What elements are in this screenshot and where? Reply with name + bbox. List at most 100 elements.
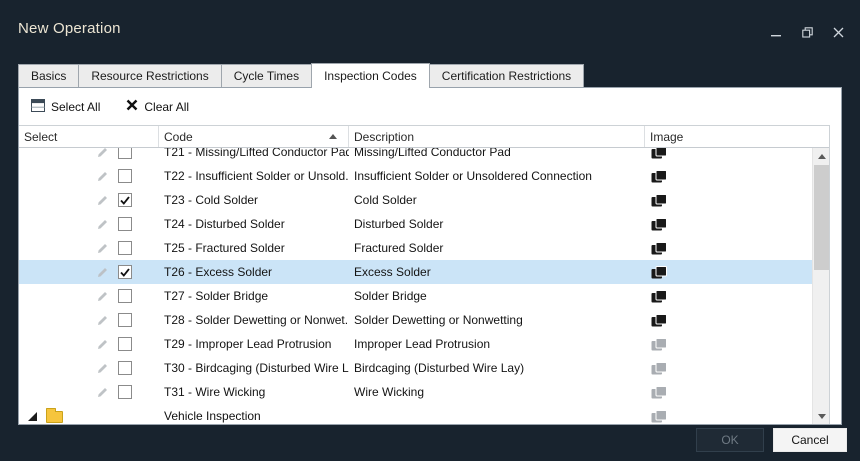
row-checkbox[interactable] — [118, 289, 132, 303]
tab-cycle-times[interactable]: Cycle Times — [221, 64, 312, 87]
table-row[interactable]: T27 - Solder BridgeSolder Bridge — [19, 284, 812, 308]
select-cell — [19, 164, 159, 188]
table-row[interactable]: T24 - Disturbed SolderDisturbed Solder — [19, 212, 812, 236]
grid-toolbar: Select All Clear All — [19, 88, 841, 125]
edit-pencil-icon — [96, 314, 109, 327]
tab-inspection-codes[interactable]: Inspection Codes — [311, 63, 430, 88]
image-icon — [651, 194, 812, 207]
description-cell: Solder Bridge — [349, 289, 645, 303]
image-icon — [651, 242, 812, 255]
description-cell: Excess Solder — [349, 265, 645, 279]
image-cell — [645, 338, 812, 351]
edit-pencil-icon — [96, 242, 109, 255]
description-cell: Disturbed Solder — [349, 217, 645, 231]
row-checkbox[interactable] — [118, 337, 132, 351]
table-row[interactable]: T28 - Solder Dewetting or Nonwet...Solde… — [19, 308, 812, 332]
code-cell: T22 - Insufficient Solder or Unsold... — [159, 169, 349, 183]
group-row-controls — [19, 409, 159, 423]
scroll-up-icon[interactable] — [813, 148, 830, 164]
column-header-description[interactable]: Description — [349, 126, 645, 147]
vertical-scrollbar[interactable] — [812, 148, 829, 424]
table-row[interactable]: T30 - Birdcaging (Disturbed Wire L...Bir… — [19, 356, 812, 380]
image-icon — [651, 338, 812, 351]
description-cell: Birdcaging (Disturbed Wire Lay) — [349, 361, 645, 375]
row-checkbox[interactable] — [118, 385, 132, 399]
scrollbar-thumb[interactable] — [814, 165, 829, 270]
select-cell — [19, 284, 159, 308]
scroll-down-icon[interactable] — [813, 408, 830, 424]
cancel-button[interactable]: Cancel — [773, 428, 847, 452]
code-cell: T24 - Disturbed Solder — [159, 217, 349, 231]
column-header-label: Code — [164, 130, 193, 144]
close-icon[interactable] — [832, 26, 844, 38]
table-row[interactable]: T26 - Excess SolderExcess Solder — [19, 260, 812, 284]
clear-all-label: Clear All — [144, 100, 189, 114]
row-checkbox[interactable] — [118, 169, 132, 183]
select-cell — [19, 308, 159, 332]
row-checkbox[interactable] — [118, 241, 132, 255]
grid-header: Select Code Description Image — [19, 126, 829, 148]
image-icon — [651, 362, 812, 375]
tab-resource-restrictions[interactable]: Resource Restrictions — [78, 64, 221, 87]
table-row[interactable]: T25 - Fractured SolderFractured Solder — [19, 236, 812, 260]
group-row-vehicle-inspection[interactable]: Vehicle Inspection — [19, 404, 812, 424]
edit-pencil-icon — [96, 362, 109, 375]
image-icon — [651, 410, 812, 423]
collapse-expander-icon[interactable] — [28, 412, 37, 421]
column-header-label: Description — [354, 130, 414, 144]
image-cell — [645, 218, 812, 231]
inspection-codes-grid: Select Code Description Image T21 - Miss… — [19, 125, 830, 424]
grid-rows: T21 - Missing/Lifted Conductor PadMissin… — [19, 148, 812, 424]
image-icon — [651, 148, 812, 159]
column-header-select[interactable]: Select — [19, 126, 159, 147]
dialog-footer: OK Cancel — [696, 428, 847, 452]
window-controls — [770, 26, 844, 38]
row-checkbox[interactable] — [118, 193, 132, 207]
select-cell — [19, 332, 159, 356]
select-cell — [19, 212, 159, 236]
tab-label: Resource Restrictions — [91, 69, 208, 83]
select-cell — [19, 236, 159, 260]
image-cell — [645, 194, 812, 207]
row-checkbox[interactable] — [118, 148, 132, 159]
image-cell — [645, 314, 812, 327]
grid-body: T21 - Missing/Lifted Conductor PadMissin… — [19, 148, 829, 424]
image-icon — [651, 386, 812, 399]
row-checkbox[interactable] — [118, 313, 132, 327]
select-cell — [19, 260, 159, 284]
column-header-image[interactable]: Image — [645, 126, 829, 147]
image-cell — [645, 290, 812, 303]
code-cell: T21 - Missing/Lifted Conductor Pad — [159, 148, 349, 159]
column-header-label: Select — [24, 130, 57, 144]
tab-certification-restrictions[interactable]: Certification Restrictions — [429, 64, 584, 87]
table-row[interactable]: T21 - Missing/Lifted Conductor PadMissin… — [19, 148, 812, 164]
maximize-icon[interactable] — [801, 26, 813, 38]
image-icon — [651, 218, 812, 231]
table-row[interactable]: T29 - Improper Lead ProtrusionImproper L… — [19, 332, 812, 356]
table-row[interactable]: T23 - Cold SolderCold Solder — [19, 188, 812, 212]
code-cell: T29 - Improper Lead Protrusion — [159, 337, 349, 351]
window-title: New Operation — [18, 20, 121, 37]
code-cell: T28 - Solder Dewetting or Nonwet... — [159, 313, 349, 327]
column-header-code[interactable]: Code — [159, 126, 349, 147]
edit-pencil-icon — [96, 170, 109, 183]
tab-basics[interactable]: Basics — [18, 64, 79, 87]
image-icon — [651, 314, 812, 327]
description-cell: Wire Wicking — [349, 385, 645, 399]
row-checkbox[interactable] — [118, 361, 132, 375]
edit-pencil-icon — [96, 266, 109, 279]
select-all-button[interactable]: Select All — [31, 99, 100, 115]
image-cell — [645, 170, 812, 183]
ok-button[interactable]: OK — [696, 428, 764, 452]
clear-all-button[interactable]: Clear All — [126, 99, 189, 114]
new-operation-dialog: New Operation Basics Resource Restrictio… — [0, 0, 860, 461]
table-row[interactable]: T22 - Insufficient Solder or Unsold...In… — [19, 164, 812, 188]
description-cell: Insufficient Solder or Unsoldered Connec… — [349, 169, 645, 183]
row-checkbox[interactable] — [118, 265, 132, 279]
image-icon — [651, 266, 812, 279]
row-checkbox[interactable] — [118, 217, 132, 231]
minimize-icon[interactable] — [770, 26, 782, 38]
table-row[interactable]: T31 - Wire WickingWire Wicking — [19, 380, 812, 404]
description-cell: Improper Lead Protrusion — [349, 337, 645, 351]
select-cell — [19, 148, 159, 164]
